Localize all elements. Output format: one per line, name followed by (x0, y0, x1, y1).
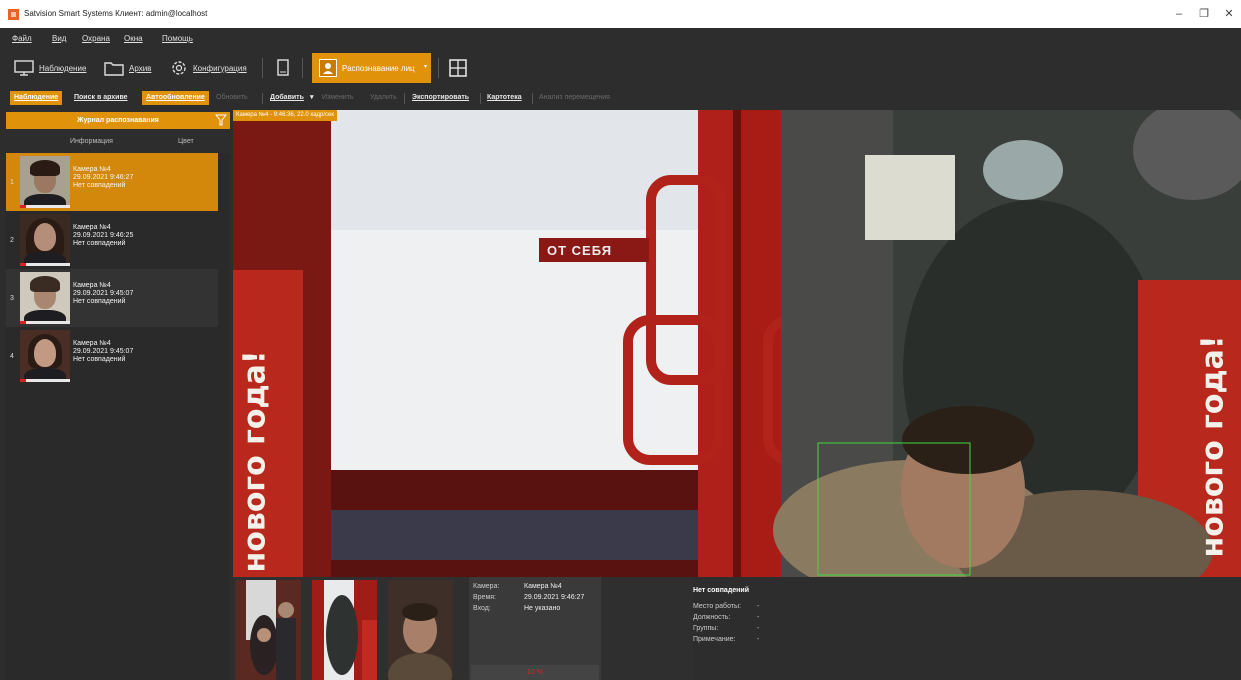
tab-archive-search[interactable]: Поиск в архиве (70, 91, 132, 105)
archive-button[interactable]: Архив (104, 56, 151, 80)
menu-help[interactable]: Помощь (162, 34, 193, 43)
observation-button[interactable]: Наблюдение (14, 56, 86, 80)
toolbar-divider (262, 58, 263, 78)
face-thumbnail (20, 214, 70, 266)
toolbar-divider (302, 58, 303, 78)
meta-time-value: 29.09.2021 9:46:27 (524, 594, 585, 601)
filter-icon[interactable] (215, 114, 227, 126)
match-percent: 10 % (471, 665, 599, 680)
minimize-button[interactable]: – (1171, 7, 1187, 21)
snapshot-thumbnail-2[interactable] (312, 580, 377, 680)
journal-row[interactable]: 3 Камера №4 29.09.2021 9:45:07 Нет совпаде… (6, 269, 218, 327)
folder-icon (104, 62, 124, 76)
journal-row-info: Камера №4 29.09.2021 9:46:25 Нет совпадени… (73, 224, 134, 247)
tablet-icon (277, 59, 289, 76)
door-sign: ОТ СЕБЯ (547, 243, 613, 258)
snapshot-thumbnail-3[interactable] (388, 580, 453, 680)
journal-row-info: Камера №4 29.09.2021 9:46:27 Нет совпадени… (73, 166, 134, 189)
gear-icon (172, 61, 186, 75)
snapshot-thumbnail-1[interactable] (236, 580, 301, 680)
recognition-journal-panel: Журнал распознавания Информация Цвет 1 К… (6, 112, 230, 680)
column-info[interactable]: Информация (70, 138, 113, 145)
toolbar-divider (404, 93, 405, 104)
menu-view[interactable]: Вид (52, 34, 66, 43)
refresh-button[interactable]: Обновить (212, 91, 252, 105)
autorefresh-toggle[interactable]: Автообновление (142, 91, 209, 105)
layout-grid-button[interactable] (449, 56, 472, 80)
journal-header: Журнал распознавания (6, 112, 230, 129)
close-button[interactable]: ✕ (1221, 7, 1237, 21)
grid-layout-icon (449, 59, 467, 77)
camera-video-feed[interactable]: Камера №4 - 9:46:36, 22.0 кадр/сек ОТ СЕ… (233, 110, 1241, 577)
poster-left-text: нового года! (237, 350, 273, 573)
meta-camera-value: Камера №4 (524, 583, 562, 590)
configuration-button[interactable]: Конфигурация (170, 56, 247, 80)
window-title: Satvision Smart Systems Клиент: admin@lo… (24, 9, 208, 18)
column-color[interactable]: Цвет (178, 138, 194, 145)
menu-security[interactable]: Охрана (82, 34, 110, 43)
journal-row-info: Камера №4 29.09.2021 9:45:07 Нет совпадени… (73, 340, 134, 363)
maximize-button[interactable]: ❐ (1196, 7, 1212, 21)
tab-observation[interactable]: Наблюдение (10, 91, 63, 105)
main-toolbar: Наблюдение Архив Конфигурация Распознава… (0, 48, 1241, 88)
export-button[interactable]: Экспортировать (408, 91, 473, 105)
face-thumbnail (20, 156, 70, 208)
menu-bar: Файл Вид Охрана Окна Помощь (0, 28, 1241, 48)
app-logo-icon (8, 9, 19, 20)
poster-right-text: нового года! (1195, 335, 1231, 558)
detection-details-strip: Камера: Камера №4 Время: 29.09.2021 9:46… (233, 577, 1241, 680)
journal-row[interactable]: 2 Камера №4 29.09.2021 9:46:25 Нет совпаде… (6, 211, 218, 269)
menu-file[interactable]: Файл (12, 34, 32, 43)
menu-windows[interactable]: Окна (124, 34, 143, 43)
meta-entry-value: Не указано (524, 605, 561, 612)
journal-column-header: Информация Цвет (6, 129, 230, 153)
delete-button[interactable]: Удалить (366, 91, 401, 105)
face-thumbnail (20, 272, 70, 324)
toolbar-divider (532, 93, 533, 104)
face-id-icon (319, 59, 337, 77)
camera-frame-image (233, 110, 1241, 577)
match-header: Нет совпадений (693, 587, 749, 594)
journal-row-info: Камера №4 29.09.2021 9:45:07 Нет совпадени… (73, 282, 134, 305)
face-recognition-tab[interactable]: Распознавание лиц ▾ (312, 53, 431, 83)
add-button[interactable]: Добавить (266, 91, 308, 105)
toolbar-divider (262, 93, 263, 104)
card-index-button[interactable]: Картотека (483, 91, 526, 105)
monitor-icon (14, 60, 34, 76)
journal-row[interactable]: 4 Камера №4 29.09.2021 9:45:07 Нет совпаде… (6, 327, 218, 385)
toolbar-divider (480, 93, 481, 104)
toolbar-divider (438, 58, 439, 78)
edit-button[interactable]: Изменить (318, 91, 358, 105)
journal-row[interactable]: 1 Камера №4 29.09.2021 9:46:27 Нет совпаде… (6, 153, 218, 211)
action-toolbar: Наблюдение Поиск в архиве Автообновление… (0, 88, 1241, 108)
single-view-button[interactable] (276, 56, 295, 80)
face-thumbnail (20, 330, 70, 382)
match-info-panel: Нет совпадений Место работы: - Должность… (693, 577, 1241, 680)
camera-overlay-label: Камера №4 - 9:46:36, 22.0 кадр/сек (233, 110, 337, 121)
dropdown-arrow-icon: ▾ (423, 64, 427, 70)
add-dropdown-icon[interactable]: ▾ (306, 91, 318, 105)
title-bar: Satvision Smart Systems Клиент: admin@lo… (0, 0, 1241, 28)
movement-analysis-button[interactable]: Анализ перемещения (535, 91, 614, 105)
